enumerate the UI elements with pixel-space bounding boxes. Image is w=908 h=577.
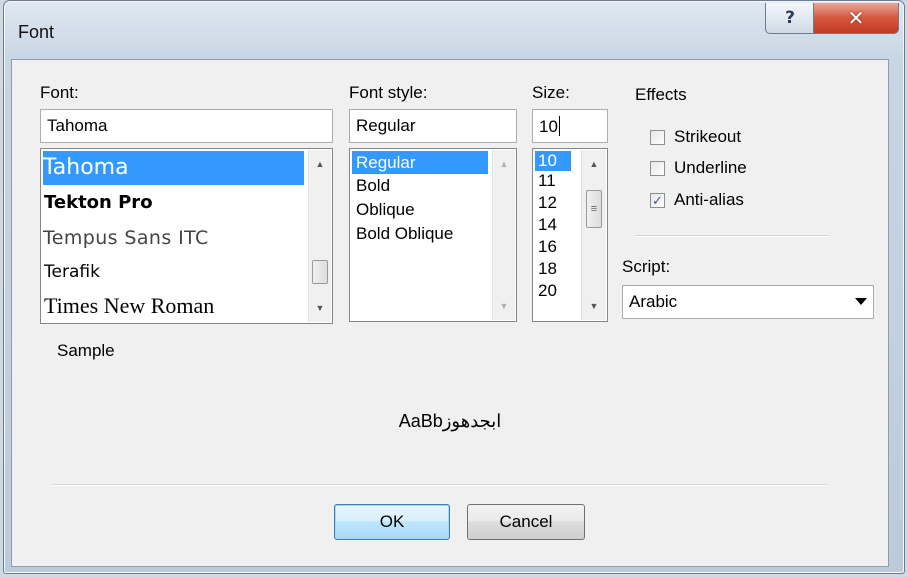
font-style-list-item[interactable]: Bold Oblique xyxy=(352,222,453,246)
close-button[interactable]: ✕ xyxy=(813,3,899,34)
scroll-up-arrow-icon[interactable]: ▲ xyxy=(582,154,606,174)
size-list-scrollbar[interactable]: ▲ ≡ ▼ xyxy=(581,150,606,320)
font-style-label: Font style: xyxy=(349,83,428,102)
effects-separator xyxy=(635,235,830,237)
script-value: Arabic xyxy=(629,292,678,311)
underline-check-box[interactable] xyxy=(650,160,665,176)
font-style-list[interactable]: Regular Bold Oblique Bold Oblique ▲ ▼ xyxy=(349,148,517,322)
help-icon: ? xyxy=(785,8,795,28)
window-title: Font xyxy=(18,22,55,42)
font-list-item[interactable]: Tempus Sans ITC xyxy=(43,221,209,255)
scroll-down-arrow-icon[interactable]: ▼ xyxy=(309,298,331,318)
size-list-item[interactable]: 16 xyxy=(535,237,557,256)
size-list-item[interactable]: 18 xyxy=(535,259,557,278)
scroll-down-arrow-icon[interactable]: ▼ xyxy=(493,296,515,316)
strikeout-checkbox[interactable]: Strikeout xyxy=(650,127,741,147)
underline-checkbox[interactable]: Underline xyxy=(650,158,747,178)
ok-button[interactable]: OK xyxy=(334,504,450,540)
size-list-item[interactable]: 20 xyxy=(535,281,557,300)
font-style-value: Regular xyxy=(356,116,416,135)
font-list-item[interactable]: Terafik xyxy=(43,256,100,288)
cancel-button[interactable]: Cancel xyxy=(467,504,585,540)
size-list[interactable]: 10 11 12 14 16 18 20 ▲ ≡ ▼ xyxy=(532,148,608,322)
size-input[interactable]: 10 xyxy=(532,109,608,143)
sample-label: Sample xyxy=(57,341,115,360)
strikeout-label: Strikeout xyxy=(674,127,742,146)
font-list[interactable]: Tahoma Tekton Pro Tempus Sans ITC Terafi… xyxy=(40,148,333,324)
scroll-down-arrow-icon[interactable]: ▼ xyxy=(582,296,606,316)
effects-label: Effects xyxy=(635,85,687,104)
font-style-list-item[interactable]: Bold xyxy=(352,174,390,198)
help-button[interactable]: ? xyxy=(765,3,815,34)
scroll-up-arrow-icon[interactable]: ▲ xyxy=(309,154,331,174)
size-label: Size: xyxy=(532,83,570,102)
dropdown-arrow-icon[interactable] xyxy=(855,298,867,305)
close-icon: ✕ xyxy=(847,6,865,30)
check-mark-icon[interactable]: ✓ xyxy=(650,192,665,208)
title-bar[interactable]: Font ? ✕ xyxy=(4,1,904,61)
font-name-value: Tahoma xyxy=(47,116,108,135)
font-list-item[interactable]: Tekton Pro xyxy=(43,187,153,219)
antialias-label: Anti-alias xyxy=(674,190,744,209)
underline-label: Underline xyxy=(674,158,747,177)
size-list-item[interactable]: 11 xyxy=(535,171,556,190)
size-list-item[interactable]: 10 xyxy=(535,151,571,171)
font-style-list-item[interactable]: Regular xyxy=(352,151,488,174)
antialias-checkbox[interactable]: ✓ Anti-alias xyxy=(650,190,744,210)
font-list-item[interactable]: Times New Roman xyxy=(43,289,214,323)
font-name-input[interactable]: Tahoma xyxy=(40,109,333,143)
font-style-input[interactable]: Regular xyxy=(349,109,517,143)
font-style-list-scrollbar[interactable]: ▲ ▼ xyxy=(492,150,515,320)
scroll-up-arrow-icon[interactable]: ▲ xyxy=(493,154,515,174)
strikeout-check-box[interactable] xyxy=(650,129,665,145)
text-caret xyxy=(558,116,560,136)
script-label: Script: xyxy=(622,257,671,276)
sample-preview-text: AaBbابجدهوز xyxy=(398,411,502,431)
font-style-list-item[interactable]: Oblique xyxy=(352,198,415,222)
size-value: 10 xyxy=(539,117,558,136)
size-list-item[interactable]: 12 xyxy=(535,193,557,212)
bottom-separator xyxy=(52,484,827,486)
script-dropdown[interactable]: Arabic xyxy=(622,285,874,319)
size-list-item[interactable]: 14 xyxy=(535,215,557,234)
font-list-scrollbar[interactable]: ▲ ▼ xyxy=(308,150,331,322)
font-list-item[interactable]: Tahoma xyxy=(43,151,304,185)
font-label: Font: xyxy=(40,83,79,102)
scroll-thumb[interactable]: ≡ xyxy=(586,190,602,228)
dialog-body: Font: Tahoma Tahoma Tekton Pro Tempus Sa… xyxy=(11,59,889,567)
scroll-thumb[interactable] xyxy=(312,260,328,284)
